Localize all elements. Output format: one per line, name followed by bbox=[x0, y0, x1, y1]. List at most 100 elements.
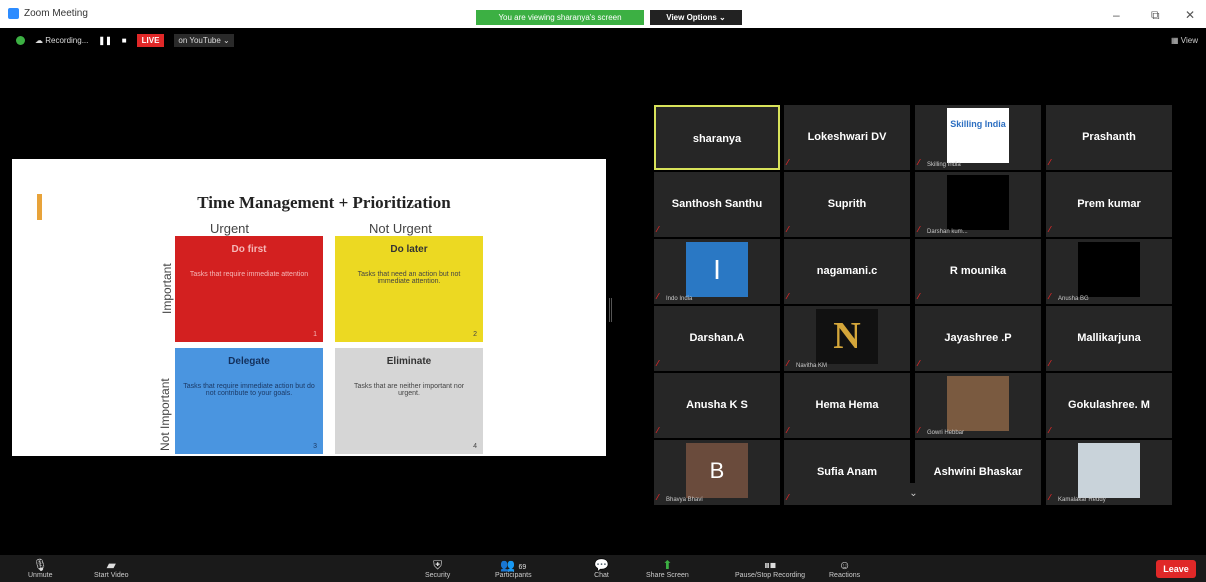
video-feed-image bbox=[947, 376, 1009, 431]
quadrant-eliminate: Eliminate Tasks that are neither importa… bbox=[335, 348, 483, 454]
reactions-button[interactable]: ☺ Reactions bbox=[829, 558, 860, 579]
quadrant-delegate: Delegate Tasks that require immediate ac… bbox=[175, 348, 323, 454]
participant-tile[interactable]: Anusha K S ⁄ bbox=[654, 373, 780, 438]
row-label-important: Important bbox=[160, 263, 174, 314]
security-button[interactable]: ⛨ Security bbox=[425, 558, 450, 579]
muted-mic-icon: ⁄ bbox=[918, 292, 920, 301]
row-label-not-important: Not Important bbox=[158, 378, 172, 451]
live-badge: LIVE bbox=[136, 34, 165, 47]
muted-mic-icon: ⁄ bbox=[657, 292, 659, 301]
muted-mic-icon: ⁄ bbox=[787, 225, 789, 234]
share-banner: You are viewing sharanya's screen bbox=[476, 10, 644, 25]
window-title: Zoom Meeting bbox=[24, 8, 88, 19]
participant-tile[interactable]: Prem kumar ⁄ bbox=[1046, 172, 1172, 237]
close-icon[interactable]: ✕ bbox=[1185, 8, 1195, 22]
participant-tile[interactable]: Jayashree .P ⁄ bbox=[915, 306, 1041, 371]
restore-icon[interactable]: ⧉ bbox=[1151, 8, 1160, 23]
muted-mic-icon: ⁄ bbox=[1049, 426, 1051, 435]
zoom-logo-icon bbox=[8, 8, 19, 19]
chat-icon: 💬 bbox=[594, 558, 609, 572]
muted-mic-icon: ⁄ bbox=[657, 225, 659, 234]
muted-mic-icon: ⁄ bbox=[1049, 359, 1051, 368]
video-feed-image bbox=[1078, 242, 1140, 297]
leave-button[interactable]: Leave bbox=[1156, 560, 1196, 578]
participant-tile[interactable]: Gokulashree. M ⁄ bbox=[1046, 373, 1172, 438]
muted-mic-icon: ⁄ bbox=[787, 158, 789, 167]
muted-mic-icon: ⁄ bbox=[787, 493, 789, 502]
view-button[interactable]: ▦ View bbox=[1171, 36, 1198, 45]
muted-mic-icon: ⁄ bbox=[1049, 158, 1051, 167]
share-screen-icon: ⬆ bbox=[662, 558, 673, 572]
muted-mic-icon: ⁄ bbox=[918, 359, 920, 368]
participant-tile[interactable]: Santhosh Santhu ⁄ bbox=[654, 172, 780, 237]
participant-tile[interactable]: I ⁄ Indo India bbox=[654, 239, 780, 304]
window-titlebar: Zoom Meeting You are viewing sharanya's … bbox=[0, 0, 1206, 28]
pause-recording-icon[interactable]: ❚❚ bbox=[98, 36, 111, 45]
video-feed-image bbox=[1078, 443, 1140, 498]
muted-mic-icon: ⁄ bbox=[657, 359, 659, 368]
muted-mic-icon: ⁄ bbox=[1049, 225, 1051, 234]
participant-tile[interactable]: ⁄ Kamalakar Reddy bbox=[1046, 440, 1172, 505]
column-label-not-urgent: Not Urgent bbox=[369, 221, 432, 236]
participants-icon: 👥 69 bbox=[500, 558, 527, 572]
muted-mic-icon: ⁄ bbox=[657, 426, 659, 435]
avatar: I bbox=[686, 242, 748, 297]
participant-tile[interactable]: Skilling India ⁄ Skilling India bbox=[915, 105, 1041, 170]
muted-mic-icon: ⁄ bbox=[787, 292, 789, 301]
muted-mic-icon: ⁄ bbox=[918, 158, 920, 167]
slide-title: Time Management + Prioritization bbox=[197, 193, 451, 212]
participant-tile[interactable]: ⁄ Gowri Hebbar bbox=[915, 373, 1041, 438]
minimize-icon[interactable]: – bbox=[1113, 8, 1120, 22]
participant-tile[interactable]: Suprith ⁄ bbox=[784, 172, 910, 237]
stop-recording-icon[interactable]: ■ bbox=[122, 36, 127, 45]
youtube-stream-menu[interactable]: on YouTube ⌄ bbox=[174, 34, 234, 47]
gallery-next-page-chevron-icon[interactable]: ⌄ bbox=[886, 483, 941, 505]
muted-mic-icon: ⁄ bbox=[787, 426, 789, 435]
pause-stop-recording-button[interactable]: ⏸⏹ Pause/Stop Recording bbox=[735, 558, 805, 579]
participant-tile[interactable]: Darshan.A ⁄ bbox=[654, 306, 780, 371]
participant-tile[interactable]: B ⁄ Bhavya Bhavi bbox=[654, 440, 780, 505]
muted-mic-icon: ⁄ bbox=[918, 426, 920, 435]
video-feed-image bbox=[947, 175, 1009, 230]
avatar: N bbox=[816, 309, 878, 364]
participant-tile[interactable]: ⁄ Darshan kum... bbox=[915, 172, 1041, 237]
video-off-icon: ▰ bbox=[106, 558, 116, 572]
recording-controls-icon: ⏸⏹ bbox=[764, 558, 777, 572]
muted-mic-icon: ⁄ bbox=[787, 359, 789, 368]
participant-tile[interactable]: Prashanth ⁄ bbox=[1046, 105, 1172, 170]
recording-indicator: ☁ Recording... bbox=[35, 36, 89, 45]
participant-tile[interactable]: nagamani.c ⁄ bbox=[784, 239, 910, 304]
security-shield-icon bbox=[16, 36, 25, 45]
meeting-toolbar: 🎙 Unmute ▰ Start Video ⛨ Security 👥 69 Parti… bbox=[0, 555, 1206, 582]
splitter-handle[interactable] bbox=[609, 298, 612, 322]
participant-tile[interactable]: sharanya bbox=[654, 105, 780, 170]
participant-tile[interactable]: Lokeshwari DV ⁄ bbox=[784, 105, 910, 170]
quadrant-do-first: Do first Tasks that require immediate at… bbox=[175, 236, 323, 342]
share-screen-button[interactable]: ⬆ Share Screen bbox=[646, 558, 689, 579]
muted-mic-icon: ⁄ bbox=[918, 225, 920, 234]
participants-button[interactable]: 👥 69 Participants bbox=[495, 558, 532, 579]
app-title: Zoom Meeting bbox=[8, 8, 88, 19]
quadrant-do-later: Do later Tasks that need an action but n… bbox=[335, 236, 483, 342]
participant-tile[interactable]: R mounika ⁄ bbox=[915, 239, 1041, 304]
muted-mic-icon: ⁄ bbox=[1049, 493, 1051, 502]
avatar: B bbox=[686, 443, 748, 498]
muted-mic-icon: ⁄ bbox=[657, 493, 659, 502]
start-video-button[interactable]: ▰ Start Video bbox=[94, 558, 129, 579]
unmute-button[interactable]: 🎙 Unmute bbox=[28, 558, 53, 579]
participant-tile[interactable]: N ⁄ Navitha KM bbox=[784, 306, 910, 371]
chat-button[interactable]: 💬 Chat bbox=[594, 558, 609, 579]
skilling-india-logo: Skilling India bbox=[947, 108, 1009, 163]
participant-tile[interactable]: ⁄ Anusha BG bbox=[1046, 239, 1172, 304]
shared-slide: Time Management + Prioritization Urgent … bbox=[12, 159, 606, 456]
column-label-urgent: Urgent bbox=[210, 221, 250, 236]
view-options-button[interactable]: View Options ⌄ bbox=[650, 10, 742, 25]
participant-tile[interactable]: Mallikarjuna ⁄ bbox=[1046, 306, 1172, 371]
status-bar: ☁ Recording... ❚❚ ■ LIVE on YouTube ⌄ bbox=[16, 34, 234, 47]
mic-muted-icon: 🎙 bbox=[32, 558, 48, 572]
participant-tile[interactable]: Hema Hema ⁄ bbox=[784, 373, 910, 438]
shield-icon: ⛨ bbox=[433, 558, 443, 572]
smiley-icon: ☺ bbox=[838, 558, 851, 572]
meeting-stage: ☁ Recording... ❚❚ ■ LIVE on YouTube ⌄ ▦ … bbox=[0, 28, 1206, 555]
muted-mic-icon: ⁄ bbox=[1049, 292, 1051, 301]
